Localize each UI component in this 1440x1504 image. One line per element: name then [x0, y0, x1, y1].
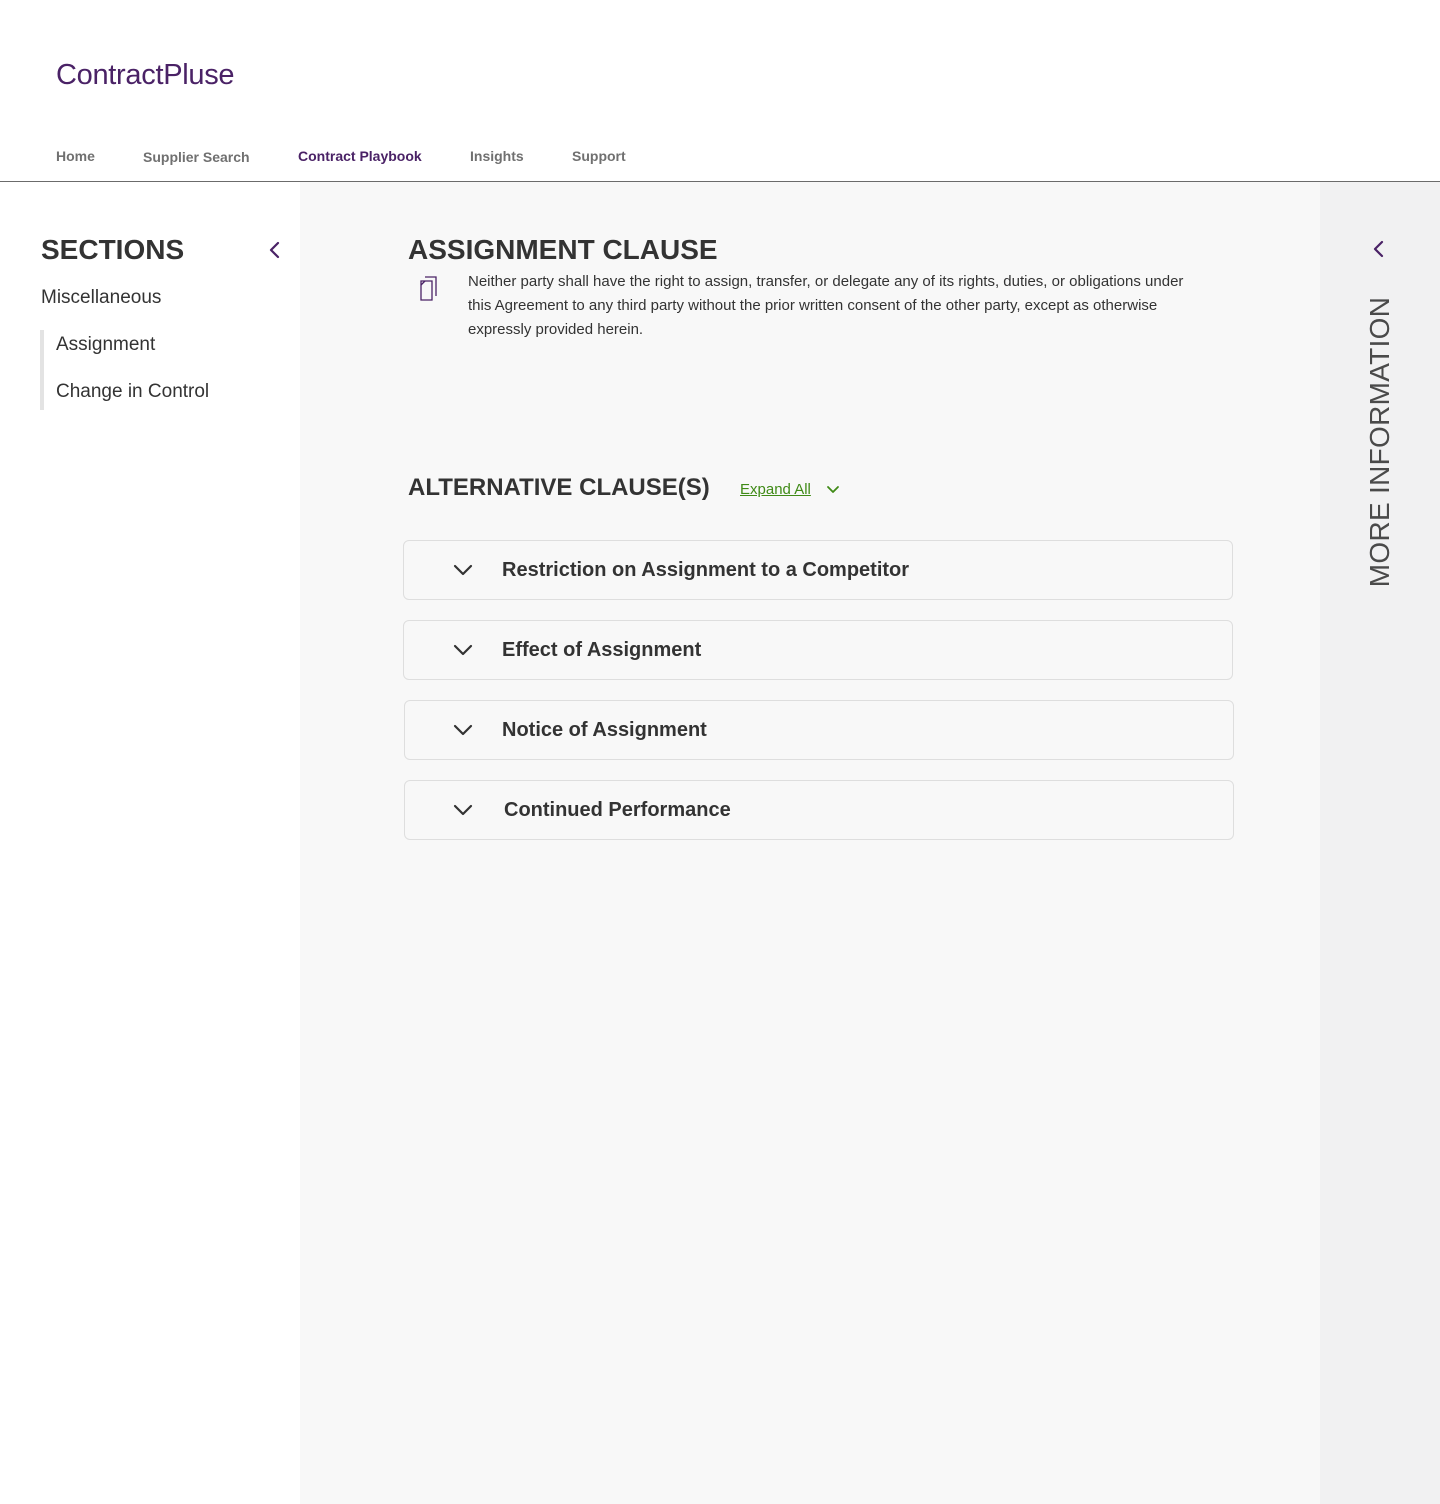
chevron-left-icon[interactable]: [263, 238, 287, 262]
nav-support[interactable]: Support: [572, 148, 626, 164]
alternative-clauses-title: ALTERNATIVE CLAUSE(S): [408, 474, 710, 501]
clause-text: Neither party shall have the right to as…: [468, 273, 1184, 338]
accordion-notice-of-assignment[interactable]: Notice of Assignment: [404, 700, 1234, 760]
sections-sidebar: SECTIONS Miscellaneous Assignment Change…: [0, 182, 300, 1504]
expand-all-link[interactable]: Expand All: [740, 481, 811, 498]
accordion-effect-of-assignment[interactable]: Effect of Assignment: [403, 620, 1233, 680]
chevron-down-icon: [452, 561, 474, 579]
clause-title: ASSIGNMENT CLAUSE: [408, 234, 718, 265]
accordion-continued-performance[interactable]: Continued Performance: [404, 780, 1234, 840]
nav-supplier-search[interactable]: Supplier Search: [143, 149, 250, 165]
section-group-miscellaneous[interactable]: Miscellaneous: [41, 287, 161, 309]
nav-contract-playbook[interactable]: Contract Playbook: [298, 148, 422, 164]
chevron-down-icon: [452, 721, 474, 739]
nav-insights[interactable]: Insights: [470, 148, 524, 164]
section-item-change-in-control[interactable]: Change in Control: [56, 381, 209, 403]
accordion-label: Restriction on Assignment to a Competito…: [502, 559, 910, 581]
accordion-label: Continued Performance: [504, 799, 731, 821]
app-logo[interactable]: ContractPluse: [56, 59, 235, 92]
section-item-assignment[interactable]: Assignment: [56, 334, 155, 356]
nav-home[interactable]: Home: [56, 148, 95, 164]
accordion-label: Notice of Assignment: [502, 719, 707, 741]
main-content: ASSIGNMENT CLAUSE Neither party shall ha…: [300, 182, 1320, 1504]
chevron-down-icon[interactable]: [825, 482, 841, 498]
chevron-down-icon: [452, 641, 474, 659]
accordion-restriction-on-assignment[interactable]: Restriction on Assignment to a Competito…: [403, 540, 1233, 600]
more-information-panel[interactable]: MORE INFORMATION: [1320, 182, 1440, 1504]
chevron-left-icon[interactable]: [1368, 237, 1388, 261]
top-header: ContractPluse Home Supplier Search Contr…: [0, 0, 1440, 182]
sections-title: SECTIONS: [41, 234, 185, 265]
chevron-down-icon: [452, 801, 474, 819]
section-list: Assignment Change in Control: [40, 330, 280, 410]
accordion-label: Effect of Assignment: [502, 639, 702, 661]
more-information-label: MORE INFORMATION: [1364, 296, 1395, 588]
copy-icon[interactable]: [418, 275, 440, 303]
